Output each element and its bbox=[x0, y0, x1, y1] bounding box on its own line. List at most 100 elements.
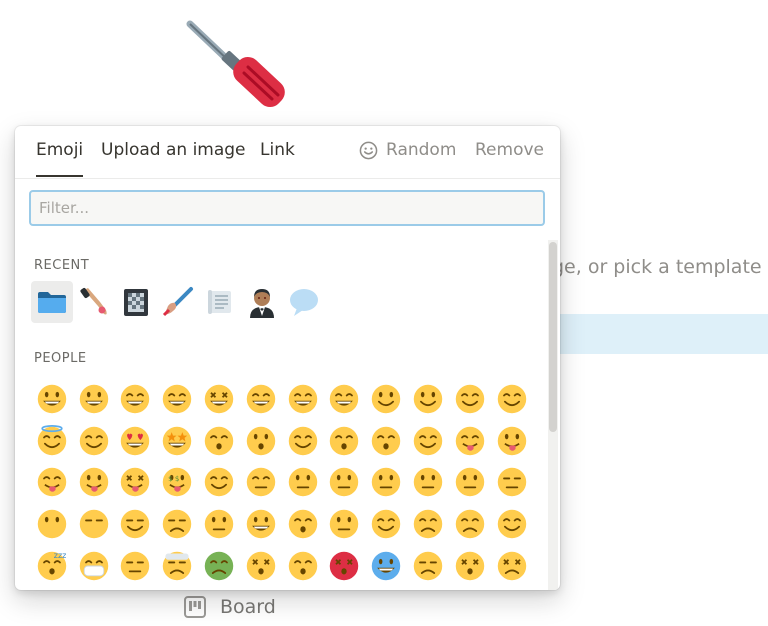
svg-text:$ $: $ $ bbox=[168, 475, 179, 484]
recent-item[interactable] bbox=[115, 281, 157, 323]
rofl-emoji-icon bbox=[288, 384, 317, 414]
emoji-cell[interactable] bbox=[198, 378, 240, 420]
raised-eyebrow-emoji-icon bbox=[413, 468, 443, 497]
emoji-cell[interactable] bbox=[407, 420, 449, 462]
emoji-cell[interactable] bbox=[282, 462, 324, 504]
emoji-cell[interactable] bbox=[31, 462, 73, 504]
emoji-cell[interactable] bbox=[240, 462, 282, 504]
emoji-cell[interactable] bbox=[282, 378, 324, 420]
emoji-cell[interactable] bbox=[365, 503, 407, 545]
tab-emoji[interactable]: Emoji bbox=[36, 140, 84, 177]
template-hint-text: ge, or pick a template ( bbox=[552, 256, 768, 278]
smiling-hearts-emoji-icon bbox=[79, 426, 108, 455]
thinking-emoji-icon bbox=[330, 468, 359, 497]
star-struck-emoji-icon bbox=[163, 426, 192, 455]
recent-item[interactable] bbox=[157, 281, 199, 323]
emoji-cell[interactable] bbox=[31, 420, 73, 462]
sleepy-emoji-icon bbox=[455, 510, 485, 539]
laughing-emoji-icon bbox=[204, 384, 234, 414]
emoji-cell[interactable] bbox=[156, 378, 198, 420]
emoji-cell[interactable] bbox=[491, 378, 533, 420]
emoji-cell[interactable] bbox=[240, 378, 282, 420]
emoji-cell[interactable] bbox=[73, 503, 115, 545]
emoji-cell[interactable] bbox=[324, 378, 366, 420]
filter-input[interactable] bbox=[29, 190, 545, 226]
emoji-cell[interactable] bbox=[115, 420, 157, 462]
emoji-cell[interactable] bbox=[73, 462, 115, 504]
rolling-eyes-emoji-icon bbox=[204, 510, 234, 539]
emoji-cell[interactable] bbox=[407, 545, 449, 587]
recent-item[interactable] bbox=[199, 281, 241, 323]
emoji-cell[interactable] bbox=[324, 545, 366, 587]
emoji-cell[interactable] bbox=[31, 378, 73, 420]
random-button[interactable]: Random bbox=[386, 140, 456, 160]
face-in-clouds-emoji-icon bbox=[79, 510, 108, 539]
emoji-cell[interactable] bbox=[73, 378, 115, 420]
remove-button[interactable]: Remove bbox=[475, 140, 544, 160]
scrollbar[interactable] bbox=[548, 240, 558, 590]
kissing-emoji-icon bbox=[246, 426, 276, 455]
emoji-cell[interactable] bbox=[491, 462, 533, 504]
emoji-cell[interactable] bbox=[115, 462, 157, 504]
emoji-cell[interactable] bbox=[365, 462, 407, 504]
woozy-emoji-icon bbox=[413, 551, 443, 581]
emoji-cell[interactable] bbox=[407, 462, 449, 504]
emoji-cell[interactable] bbox=[115, 378, 157, 420]
board-icon bbox=[184, 596, 206, 618]
emoji-cell[interactable] bbox=[491, 545, 533, 587]
recent-item[interactable] bbox=[73, 281, 115, 323]
tab-link[interactable]: Link bbox=[260, 140, 295, 160]
recent-item[interactable] bbox=[283, 281, 325, 323]
emoji-cell[interactable]: zzz bbox=[31, 545, 73, 587]
emoji-cell[interactable] bbox=[198, 503, 240, 545]
emoji-cell[interactable] bbox=[449, 420, 491, 462]
emoji-cell[interactable] bbox=[240, 545, 282, 587]
emoji-cell[interactable] bbox=[365, 420, 407, 462]
emoji-cell[interactable] bbox=[31, 503, 73, 545]
emoji-cell[interactable] bbox=[73, 545, 115, 587]
emoji-cell[interactable] bbox=[449, 378, 491, 420]
emoji-cell[interactable] bbox=[407, 503, 449, 545]
scroll-icon bbox=[208, 290, 231, 314]
smirk-emoji-icon bbox=[121, 510, 150, 539]
emoji-cell[interactable] bbox=[73, 420, 115, 462]
scrollbar-thumb[interactable] bbox=[549, 242, 557, 432]
emoji-cell[interactable] bbox=[282, 420, 324, 462]
emoji-cell[interactable]: $ $ bbox=[156, 462, 198, 504]
board-option[interactable]: Board bbox=[184, 596, 276, 618]
emoji-cell[interactable] bbox=[156, 503, 198, 545]
emoji-cell[interactable] bbox=[324, 462, 366, 504]
joy-emoji-icon bbox=[330, 384, 359, 414]
thermometer-emoji-icon bbox=[121, 551, 150, 581]
emoji-cell[interactable] bbox=[324, 503, 366, 545]
emoji-cell[interactable] bbox=[198, 545, 240, 587]
emoji-cell[interactable] bbox=[198, 420, 240, 462]
emoji-cell[interactable] bbox=[115, 545, 157, 587]
emoji-cell[interactable] bbox=[156, 545, 198, 587]
section-label-recent: RECENT bbox=[34, 258, 90, 273]
screwdriver-icon[interactable] bbox=[180, 18, 290, 118]
emoji-cell[interactable] bbox=[365, 545, 407, 587]
no-mouth-emoji-icon bbox=[37, 510, 67, 539]
emoji-cell[interactable] bbox=[324, 420, 366, 462]
recent-item[interactable] bbox=[31, 281, 73, 323]
grinning-emoji-icon bbox=[37, 384, 67, 414]
emoji-cell[interactable] bbox=[156, 420, 198, 462]
emoji-cell[interactable] bbox=[282, 503, 324, 545]
emoji-cell[interactable] bbox=[240, 420, 282, 462]
emoji-cell[interactable] bbox=[491, 420, 533, 462]
grimacing-emoji-icon bbox=[246, 510, 276, 539]
emoji-cell[interactable] bbox=[449, 503, 491, 545]
smiley-icon[interactable] bbox=[359, 141, 378, 160]
emoji-cell[interactable] bbox=[240, 503, 282, 545]
emoji-cell[interactable] bbox=[365, 378, 407, 420]
emoji-cell[interactable] bbox=[491, 503, 533, 545]
recent-item[interactable] bbox=[241, 281, 283, 323]
emoji-cell[interactable] bbox=[449, 462, 491, 504]
emoji-cell[interactable] bbox=[198, 462, 240, 504]
emoji-cell[interactable] bbox=[115, 503, 157, 545]
emoji-cell[interactable] bbox=[282, 545, 324, 587]
tab-upload-image[interactable]: Upload an image bbox=[101, 140, 246, 160]
emoji-cell[interactable] bbox=[407, 378, 449, 420]
emoji-cell[interactable] bbox=[449, 545, 491, 587]
